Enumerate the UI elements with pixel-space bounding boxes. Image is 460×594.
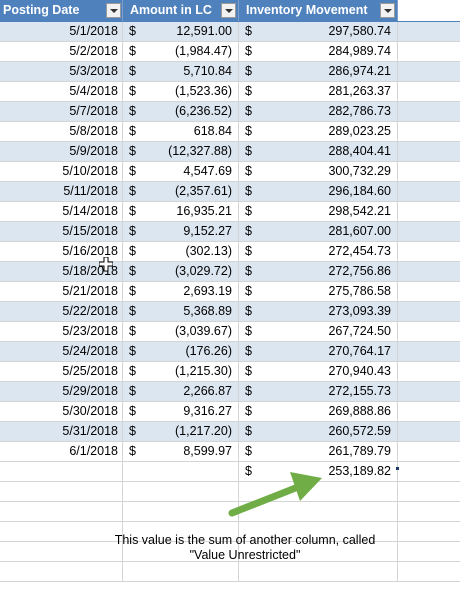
cursor-cross-icon bbox=[99, 257, 113, 272]
annotation-note: This value is the sum of another column,… bbox=[114, 533, 376, 562]
green-arrow-icon bbox=[228, 472, 322, 517]
